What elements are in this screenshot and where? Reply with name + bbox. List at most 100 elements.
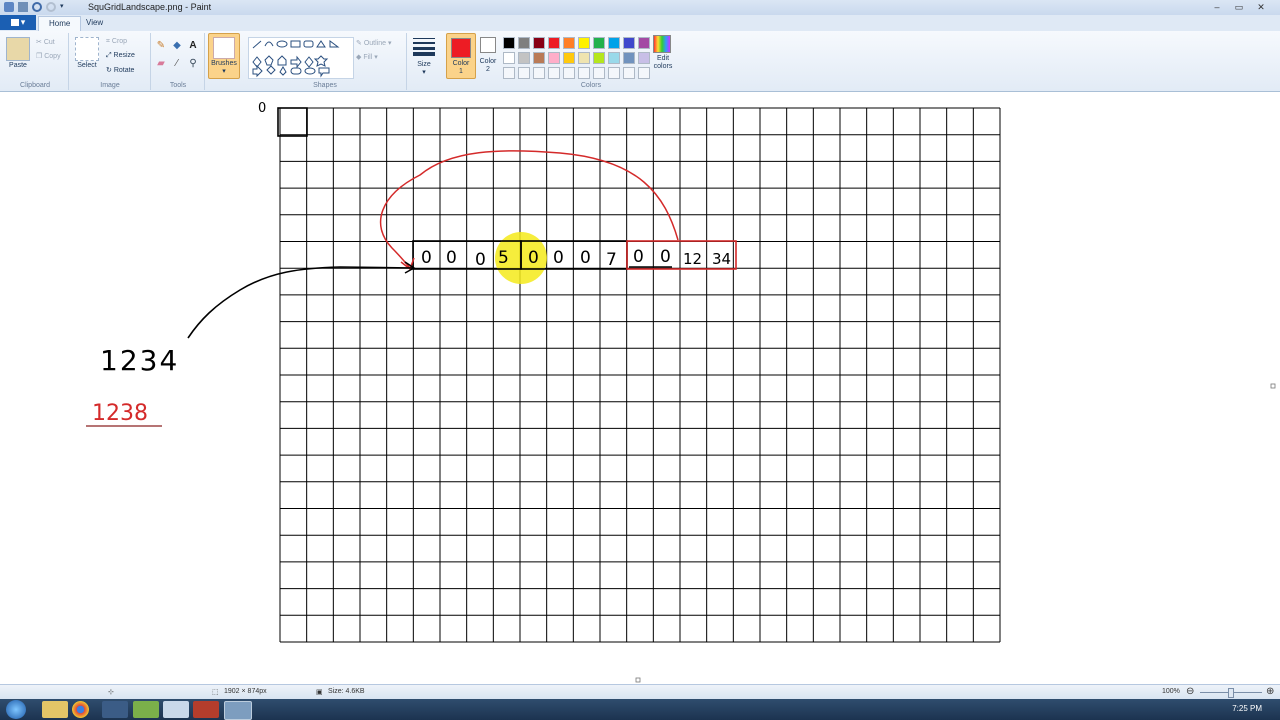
rotate-button[interactable]: ↻ Rotate	[106, 66, 134, 74]
color2-button[interactable]: Color 2	[477, 33, 499, 74]
save-icon[interactable]	[18, 2, 28, 12]
file-explorer-icon[interactable]	[42, 701, 68, 718]
palette-empty-swatch[interactable]	[623, 67, 635, 79]
block2-cell3: 0	[580, 248, 591, 268]
palette-swatch[interactable]	[548, 52, 560, 64]
palette-swatch[interactable]	[503, 37, 515, 49]
palette-swatch[interactable]	[563, 37, 575, 49]
status-bar: ⊹ ⬚ 1902 × 874px ▣ Size: 4.6KB 100% ⊖ ⊕	[0, 684, 1280, 700]
palette-empty-swatch[interactable]	[548, 67, 560, 79]
fill-bucket-icon[interactable]: ◆	[170, 39, 184, 53]
palette-swatch[interactable]	[608, 37, 620, 49]
palette-swatch[interactable]	[578, 52, 590, 64]
chrome-icon[interactable]	[72, 701, 89, 718]
image-group-label: Image	[100, 82, 120, 89]
tab-home[interactable]: Home	[38, 16, 82, 31]
group-shapes: ✎ Outline ▾ ◆ Fill ▾ Shapes	[244, 33, 407, 90]
select-rectangle-icon	[75, 37, 99, 61]
palette-swatch[interactable]	[623, 37, 635, 49]
app-icon-green[interactable]	[133, 701, 159, 718]
text-tool-icon[interactable]: A	[186, 39, 200, 53]
palette-empty-swatch[interactable]	[578, 67, 590, 79]
fill-dropdown[interactable]: ◆ Fill ▾	[356, 53, 378, 61]
resize-button[interactable]: ⤢ Resize	[106, 52, 135, 60]
quick-access-toolbar: ▾	[4, 2, 70, 12]
palette-swatch[interactable]	[533, 52, 545, 64]
palette-swatch[interactable]	[608, 52, 620, 64]
drawing-canvas[interactable]: 0 0 0 0 5 0 0 0 7 0 0 12 34 1234 1238	[0, 92, 1280, 684]
square-grid	[279, 107, 1001, 643]
canvas-area[interactable]: 0 0 0 0 5 0 0 0 7 0 0 12 34 1234 1238	[0, 92, 1280, 684]
palette-empty-swatch[interactable]	[593, 67, 605, 79]
redo-icon[interactable]	[46, 2, 56, 12]
crop-button[interactable]: ⌗ Crop	[106, 38, 127, 46]
menu-icon	[10, 19, 19, 27]
zoom-slider-thumb[interactable]	[1228, 688, 1234, 698]
left-red-number: 1238	[92, 401, 148, 426]
magnifier-icon[interactable]: ⚲	[186, 57, 200, 71]
palette-swatch[interactable]	[548, 37, 560, 49]
customize-qat-icon[interactable]: ▾	[60, 2, 70, 12]
zoom-in-button[interactable]: ⊕	[1266, 686, 1274, 697]
block3-cell1: 0	[633, 247, 644, 267]
palette-empty-swatch[interactable]	[518, 67, 530, 79]
eraser-icon[interactable]: ▰	[154, 57, 168, 71]
block1-cell1: 0	[421, 248, 432, 268]
palette-empty-swatch[interactable]	[533, 67, 545, 79]
block1-cell2: 0	[446, 248, 457, 268]
zoom-level: 100%	[1162, 688, 1180, 695]
palette-swatch[interactable]	[518, 52, 530, 64]
start-orb-icon[interactable]	[6, 700, 26, 719]
paint-menu-button[interactable]: ▾	[0, 15, 36, 30]
minimize-button[interactable]: –	[1206, 1, 1228, 13]
tools-group-label: Tools	[169, 82, 187, 89]
shapes-gallery[interactable]	[248, 37, 354, 79]
tab-view[interactable]: View	[76, 16, 113, 30]
zoom-out-button[interactable]: ⊖	[1186, 686, 1194, 697]
paint-taskbar-icon[interactable]	[224, 701, 252, 720]
group-colors: Edit colors Colors	[501, 33, 681, 90]
app-icon-notes[interactable]	[163, 701, 189, 718]
resize-handle-right[interactable]	[1270, 383, 1276, 389]
resize-handle-bottom[interactable]	[635, 677, 641, 683]
palette-empty-swatch[interactable]	[563, 67, 575, 79]
color1-button[interactable]: Color 1	[446, 33, 476, 79]
palette-swatch[interactable]	[563, 52, 575, 64]
app-icon-red[interactable]	[193, 701, 219, 718]
palette-empty-swatch[interactable]	[608, 67, 620, 79]
palette-swatch[interactable]	[533, 37, 545, 49]
colors-group-label: Colors	[580, 82, 602, 89]
edit-colors-button[interactable]: Edit colors	[649, 35, 675, 71]
palette-swatch[interactable]	[578, 37, 590, 49]
palette-swatch[interactable]	[593, 37, 605, 49]
block2-cell1: 0	[528, 248, 539, 268]
title-bar: ▾ SquGridLandscape.png - Paint – ▭ ✕	[0, 0, 1280, 16]
top-zero-label: 0	[258, 101, 266, 116]
rainbow-icon	[653, 35, 671, 53]
palette-empty-swatch[interactable]	[503, 67, 515, 79]
palette-swatch[interactable]	[518, 37, 530, 49]
size-button[interactable]: Size ▾	[410, 35, 438, 76]
undo-icon[interactable]	[32, 2, 42, 12]
line-size-icon	[413, 38, 435, 58]
palette-swatch[interactable]	[503, 52, 515, 64]
color-picker-icon[interactable]: ⁄	[170, 57, 184, 71]
select-button[interactable]: Select	[74, 37, 100, 69]
palette-swatch[interactable]	[593, 52, 605, 64]
close-button[interactable]: ✕	[1250, 1, 1272, 13]
group-clipboard: Paste ✂ Cut ❐ Copy Clipboard	[2, 33, 69, 90]
left-number: 1234	[100, 344, 179, 377]
media-icon[interactable]	[102, 701, 128, 718]
paint-app-icon[interactable]	[4, 2, 14, 12]
cut-button[interactable]: ✂ Cut	[36, 38, 55, 46]
outline-dropdown[interactable]: ✎ Outline ▾	[356, 39, 391, 47]
paste-button[interactable]: Paste	[6, 37, 30, 69]
copy-button[interactable]: ❐ Copy	[36, 52, 61, 60]
pencil-icon[interactable]: ✎	[154, 39, 168, 53]
maximize-button[interactable]: ▭	[1228, 1, 1250, 13]
block1-cell4: 5	[498, 248, 509, 268]
ribbon-tabs: ▾ Home View	[0, 15, 1280, 31]
brushes-button[interactable]: Brushes ▾	[208, 33, 240, 79]
palette-swatch[interactable]	[623, 52, 635, 64]
file-size-icon: ▣	[316, 689, 323, 696]
